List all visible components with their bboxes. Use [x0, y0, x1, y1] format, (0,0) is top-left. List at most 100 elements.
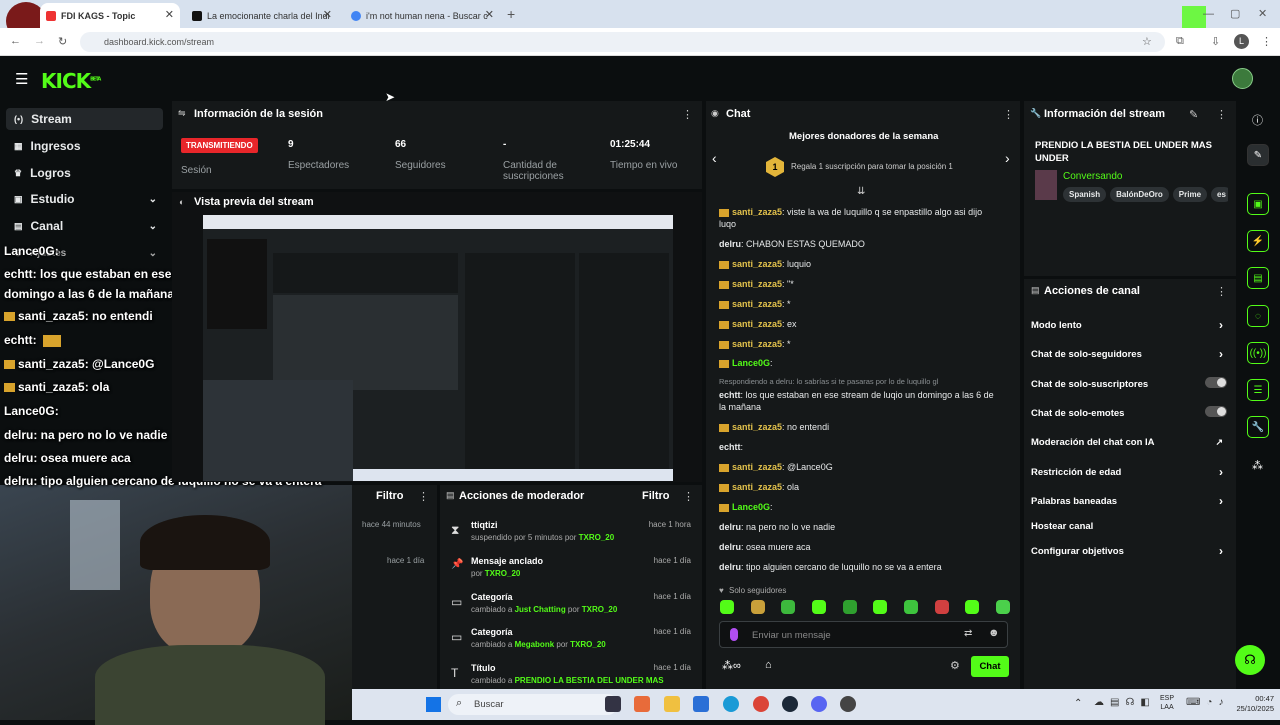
browser-tab-3[interactable]: i'm not human nena - Buscar c ✕ — [345, 3, 500, 28]
tag-pill[interactable]: BalónDeOro — [1110, 187, 1169, 202]
forward-icon[interactable]: → — [34, 35, 45, 47]
ai-moderation-row[interactable]: Moderación del chat con IA ↗ — [1031, 437, 1229, 448]
extensions-icon[interactable]: ⧉ — [1176, 35, 1184, 48]
taskbar-search[interactable]: ⌕ Buscar — [448, 694, 618, 715]
chat-username[interactable]: santi_zaza5 — [732, 259, 782, 269]
chat-username[interactable]: echtt — [719, 442, 741, 452]
points-icon[interactable]: ⁂∞ — [722, 659, 741, 672]
chat-input-box[interactable]: Enviar un mensaje ⇄ ☻ — [719, 621, 1008, 648]
emote-icon[interactable] — [750, 600, 765, 614]
new-tab-icon[interactable]: + — [507, 6, 515, 22]
discord-icon[interactable] — [811, 696, 827, 712]
filter-label[interactable]: Filtro — [376, 490, 404, 502]
chat-username[interactable]: santi_zaza5 — [732, 482, 782, 492]
sidebar-item-estudio[interactable]: ▣ Estudio ⌄ — [6, 188, 163, 210]
reload-icon[interactable]: ↻ — [58, 35, 67, 48]
back-icon[interactable]: ← — [10, 35, 21, 47]
goals-row[interactable]: Configurar objetivos › — [1031, 544, 1229, 558]
chevron-left-icon[interactable]: ‹ — [712, 150, 717, 166]
category-link[interactable]: Conversando — [1063, 171, 1122, 182]
chat-username[interactable]: santi_zaza5 — [732, 462, 782, 472]
host-channel-row[interactable]: Hostear canal — [1031, 521, 1229, 532]
close-tab-icon[interactable]: ✕ — [323, 8, 332, 21]
chevron-right-icon[interactable]: › — [1005, 150, 1010, 166]
browser-tab-1[interactable]: FDI KAGS - Topic ✕ — [40, 3, 180, 28]
emote-icon[interactable] — [720, 600, 734, 614]
emoji-icon[interactable]: ☻ — [988, 627, 1000, 639]
chrome-icon[interactable] — [753, 696, 769, 712]
emote-icon[interactable] — [995, 600, 1010, 614]
sidebar-item-canal[interactable]: ▤ Canal ⌄ — [6, 215, 163, 237]
rail-list-icon[interactable]: ☰ — [1247, 379, 1269, 401]
browser-menu-icon[interactable]: ⋮ — [1261, 35, 1272, 48]
emote-icon[interactable] — [811, 600, 826, 614]
mod-filter-label[interactable]: Filtro — [642, 490, 670, 502]
kick-logo[interactable]: KICKBETA — [41, 69, 101, 93]
copilot-icon[interactable] — [634, 696, 650, 712]
followers-only-row[interactable]: Chat de solo-seguidores › — [1031, 347, 1229, 361]
chat-username[interactable]: delru — [719, 562, 741, 572]
session-menu-icon[interactable]: ⋮ — [682, 108, 693, 121]
clock[interactable]: 00:47 25/10/2025 — [1220, 694, 1274, 714]
slow-mode-row[interactable]: Modo lento › — [1031, 318, 1229, 332]
bookmark-star-icon[interactable]: ☆ — [1142, 35, 1152, 48]
tray-icons[interactable]: ☁▤☊◧ — [1094, 697, 1156, 708]
mic-icon[interactable] — [730, 628, 738, 641]
rail-clip-icon[interactable]: ▣ — [1247, 193, 1269, 215]
chat-username[interactable]: santi_zaza5 — [732, 339, 782, 349]
sidebar-item-ingresos[interactable]: ▦ Ingresos — [6, 135, 163, 157]
close-window-icon[interactable]: ✕ — [1258, 7, 1267, 20]
emotes-only-toggle[interactable] — [1205, 406, 1227, 417]
emote-icon[interactable] — [842, 600, 857, 614]
tag-pill[interactable]: es — [1211, 187, 1228, 202]
store-icon[interactable]: ⌂ — [765, 659, 772, 671]
filter-menu-icon[interactable]: ⋮ — [418, 490, 429, 503]
rail-extra-icon[interactable]: ⁂ — [1252, 459, 1263, 472]
sidebar-item-stream[interactable]: (•) Stream — [6, 108, 163, 130]
downloads-icon[interactable]: ⇩ — [1211, 35, 1220, 48]
chat-username[interactable]: Lance0G — [732, 502, 770, 512]
chat-username[interactable]: delru — [719, 522, 741, 532]
rail-doc-icon[interactable]: ▤ — [1247, 267, 1269, 289]
subscribers-only-row[interactable]: Chat de solo-suscriptores — [1031, 377, 1229, 390]
chat-username[interactable]: delru — [719, 239, 741, 249]
lang-indicator[interactable]: ESP LAA — [1160, 694, 1174, 712]
tag-pill[interactable]: Prime — [1172, 187, 1208, 202]
rail-broadcast-icon[interactable]: ((•)) — [1247, 342, 1269, 364]
info-icon[interactable]: ⓘ — [1252, 112, 1263, 128]
chat-menu-icon[interactable]: ⋮ — [1003, 108, 1014, 121]
banned-words-row[interactable]: Palabras baneadas › — [1031, 494, 1229, 508]
rail-chat-icon[interactable]: ◌ — [1247, 305, 1269, 327]
rail-bolt-icon[interactable]: ⚡ — [1247, 230, 1269, 252]
chat-username[interactable]: santi_zaza5 — [732, 422, 782, 432]
support-button-icon[interactable]: ☊ — [1235, 645, 1265, 675]
mod-menu-icon[interactable]: ⋮ — [683, 490, 694, 503]
scroll-down-icon[interactable]: ⇊ — [857, 186, 865, 197]
steam-icon[interactable] — [782, 696, 798, 712]
stream-preview-video[interactable] — [203, 215, 673, 481]
stream-info-menu-icon[interactable]: ⋮ — [1216, 108, 1227, 121]
chat-username[interactable]: delru — [719, 542, 741, 552]
emote-icon[interactable] — [873, 600, 888, 614]
hamburger-menu-icon[interactable]: ☰ — [15, 70, 28, 88]
store-app-icon[interactable] — [693, 696, 709, 712]
channel-actions-menu-icon[interactable]: ⋮ — [1216, 285, 1227, 298]
tray-chevron-icon[interactable]: ⌃ — [1074, 698, 1082, 709]
url-field[interactable]: dashboard.kick.com/stream — [80, 32, 1165, 52]
rail-tools-icon[interactable]: 🔧 — [1247, 416, 1269, 438]
close-tab-icon[interactable]: ✕ — [485, 8, 494, 21]
chat-settings-icon[interactable]: ⚙ — [950, 659, 960, 672]
profile-avatar[interactable]: L — [1234, 34, 1249, 49]
sidebar-item-logros[interactable]: ♛ Logros — [6, 162, 163, 184]
age-restriction-row[interactable]: Restricción de edad › — [1031, 465, 1229, 479]
chat-username[interactable]: santi_zaza5 — [732, 299, 782, 309]
emote-icon[interactable] — [903, 600, 918, 614]
chat-username[interactable]: echtt — [719, 390, 741, 400]
file-explorer-icon[interactable] — [664, 696, 680, 712]
mod-action-row[interactable]: T Título cambiado a PRENDIO LA BESTIA DE… — [443, 663, 703, 687]
app-icon[interactable] — [840, 696, 856, 712]
chat-send-button[interactable]: Chat — [971, 656, 1009, 677]
emotes-only-row[interactable]: Chat de solo-emotes — [1031, 406, 1229, 419]
chat-username[interactable]: Lance0G — [732, 358, 770, 368]
subscribers-only-toggle[interactable] — [1205, 377, 1227, 388]
